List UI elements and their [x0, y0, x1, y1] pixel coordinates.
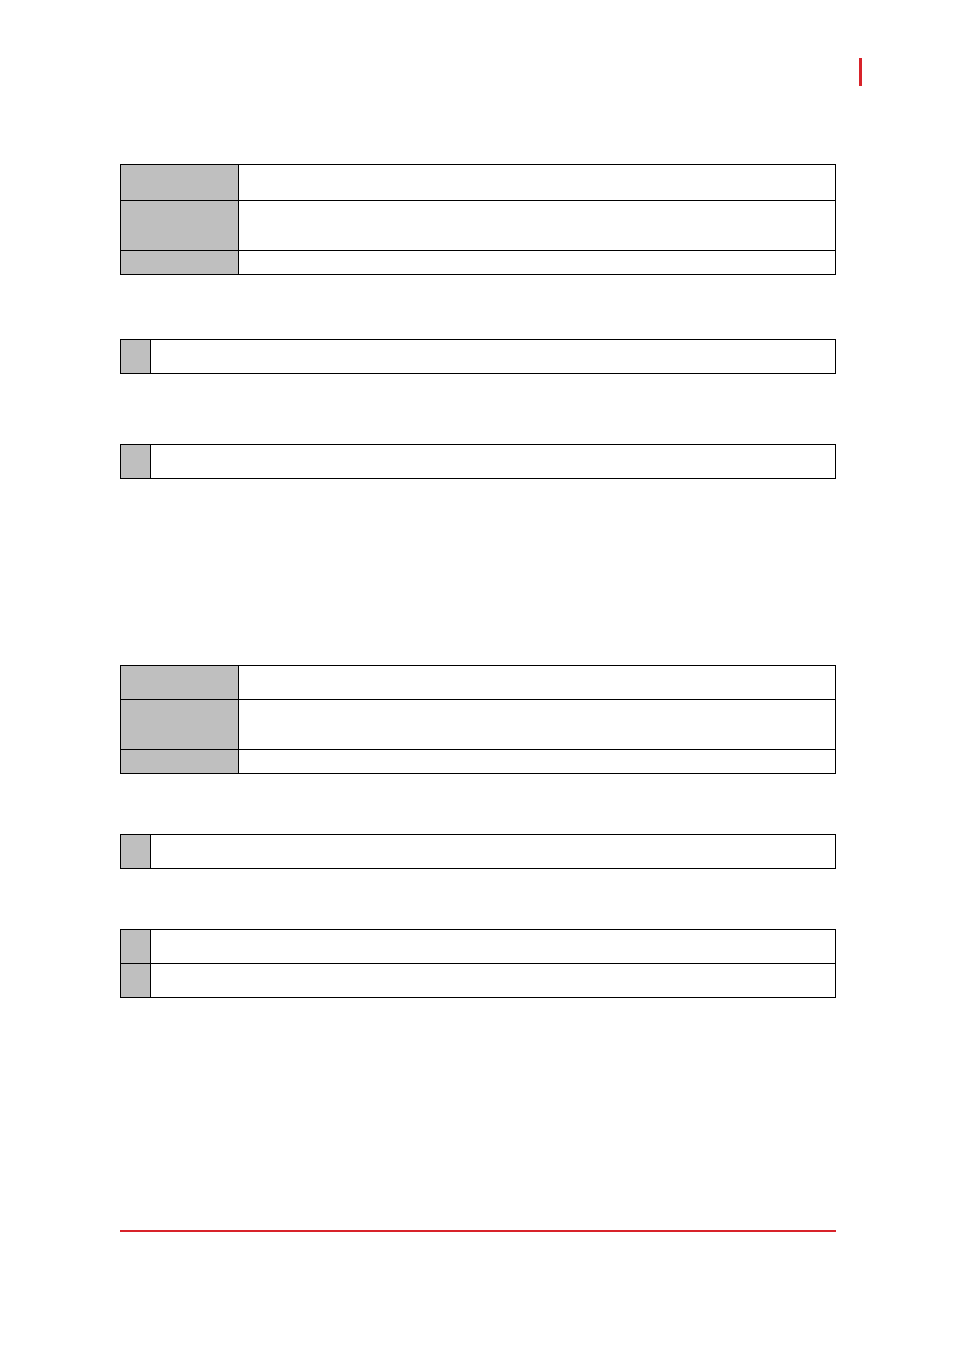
row-value: [239, 666, 836, 700]
row-label: [121, 445, 151, 479]
row-label: [121, 964, 151, 998]
table-row: [121, 666, 836, 700]
table-row: [121, 930, 836, 964]
row-value: [239, 201, 836, 251]
row-label: [121, 750, 239, 774]
single-row-table-2: [120, 444, 836, 479]
row-value: [239, 165, 836, 201]
table-row: [121, 165, 836, 201]
row-value: [151, 930, 836, 964]
spacer: [120, 275, 836, 339]
row-value: [151, 964, 836, 998]
row-label: [121, 165, 239, 201]
row-value: [239, 251, 836, 275]
spacer: [120, 869, 836, 929]
row-value: [239, 750, 836, 774]
single-row-table-3: [120, 834, 836, 869]
definition-table-b: [120, 665, 836, 774]
spacer: [120, 479, 836, 665]
definition-table-a: [120, 164, 836, 275]
two-row-table: [120, 929, 836, 998]
page: [0, 0, 954, 1352]
table-row: [121, 201, 836, 251]
row-label: [121, 835, 151, 869]
row-label: [121, 666, 239, 700]
table-row: [121, 700, 836, 750]
spacer: [120, 374, 836, 444]
row-value: [151, 445, 836, 479]
row-label: [121, 201, 239, 251]
row-value: [151, 835, 836, 869]
footer-rule: [120, 1230, 836, 1232]
table-row: [121, 340, 836, 374]
row-label: [121, 251, 239, 275]
header-accent-mark: [859, 58, 862, 86]
row-label: [121, 340, 151, 374]
content-area: [120, 164, 836, 998]
spacer: [120, 774, 836, 834]
row-label: [121, 930, 151, 964]
row-value: [151, 340, 836, 374]
single-row-table-1: [120, 339, 836, 374]
table-row: [121, 835, 836, 869]
table-row: [121, 445, 836, 479]
row-value: [239, 700, 836, 750]
table-row: [121, 750, 836, 774]
row-label: [121, 700, 239, 750]
table-row: [121, 251, 836, 275]
table-row: [121, 964, 836, 998]
